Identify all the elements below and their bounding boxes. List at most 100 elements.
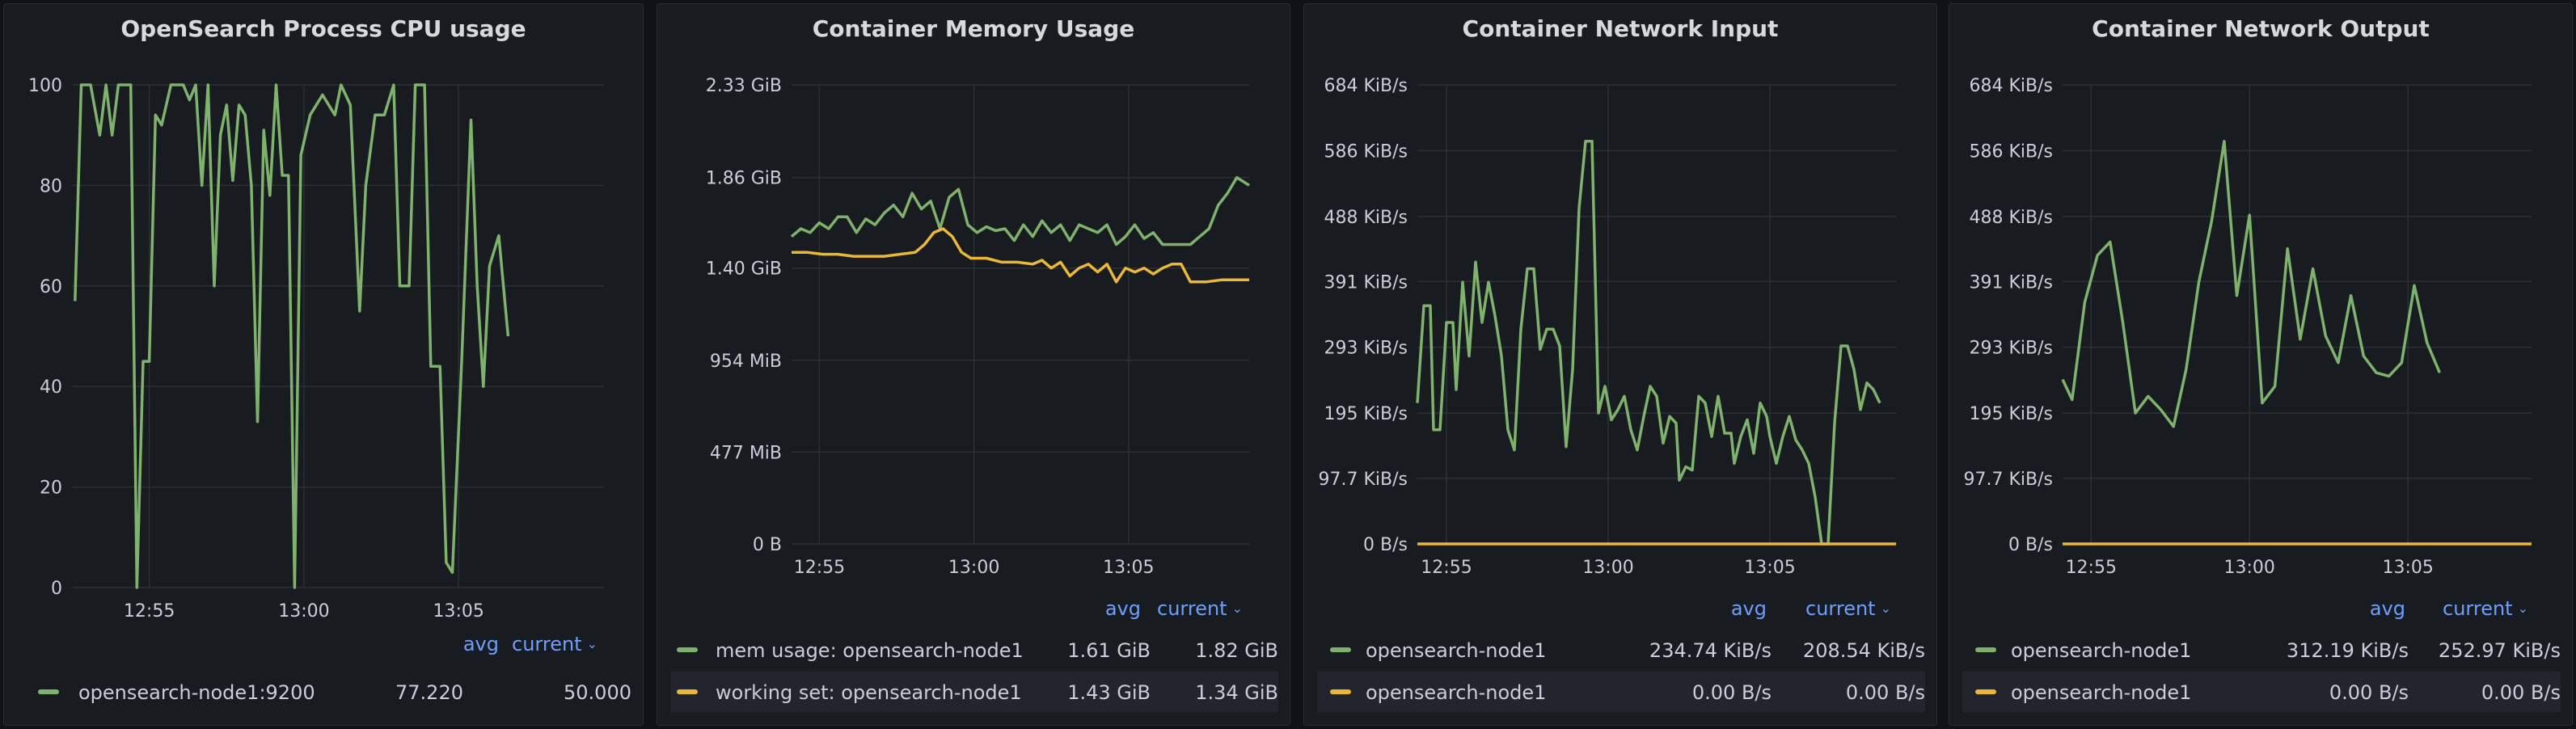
series-name[interactable]: working set: opensearch-node1 <box>716 681 1022 704</box>
y-tick-label: 0 B <box>753 535 782 555</box>
y-tick-label: 2.33 GiB <box>706 76 782 96</box>
series-name[interactable]: opensearch-node1:9200 <box>78 681 315 704</box>
series-name[interactable]: opensearch-node1 <box>1366 639 1546 662</box>
panel-memory-usage[interactable]: Container Memory Usage 0 B 477 MiB 954 MiB… <box>657 3 1290 726</box>
y-tick-label: 293 KiB/s <box>1324 339 1408 359</box>
series-avg: 1.43 GiB <box>1067 681 1151 704</box>
series-current: 252.97 KiB/s <box>2438 639 2561 662</box>
series-avg: 234.74 KiB/s <box>1649 639 1772 662</box>
series-line <box>74 83 510 589</box>
series-swatch <box>677 647 698 652</box>
y-tick-label: 20 <box>40 478 62 499</box>
x-tick-label: 13:05 <box>1744 558 1795 578</box>
series-line <box>1416 140 1881 546</box>
y-tick-label: 97.7 KiB/s <box>1319 470 1408 490</box>
y-tick-label: 1.86 GiB <box>706 169 782 189</box>
x-tick-label: 13:05 <box>2382 558 2433 578</box>
cpu-chart[interactable]: 0 20 40 60 80 100 12:55 13:00 13:05 <box>4 4 644 634</box>
y-tick-label: 586 KiB/s <box>1970 141 2054 162</box>
series-avg: 0.00 B/s <box>1691 681 1772 704</box>
y-tick-label: 391 KiB/s <box>1324 272 1408 293</box>
y-tick-label: 477 MiB <box>710 443 782 463</box>
y-tick-label: 60 <box>40 277 62 297</box>
y-tick-label: 100 <box>28 76 62 96</box>
y-tick-label: 195 KiB/s <box>1324 404 1408 424</box>
panel-network-output[interactable]: Container Network Output 0 B/s 97.7 KiB/s… <box>1949 3 2573 726</box>
y-tick-label: 97.7 KiB/s <box>1964 470 2053 490</box>
chevron-down-icon: ⌄ <box>2517 600 2528 616</box>
y-tick-label: 0 B/s <box>1363 535 1408 555</box>
series-name[interactable]: mem usage: opensearch-node1 <box>716 639 1024 662</box>
chevron-down-icon: ⌄ <box>1231 600 1243 616</box>
series-name[interactable]: opensearch-node1 <box>2011 639 2191 662</box>
y-tick-label: 391 KiB/s <box>1970 272 2054 293</box>
legend-item[interactable]: opensearch-node1 0.00 B/s 0.00 B/s <box>1317 672 1925 712</box>
legend-item[interactable]: opensearch-node1 312.19 KiB/s 252.97 KiB… <box>1962 630 2561 670</box>
y-tick-label: 684 KiB/s <box>1324 76 1408 96</box>
series-swatch <box>1975 647 1996 652</box>
series-current: 1.82 GiB <box>1195 639 1278 662</box>
x-tick-label: 13:00 <box>2224 558 2275 578</box>
series-line <box>790 175 1250 247</box>
series-swatch <box>1975 689 1996 694</box>
legend-current-header[interactable]: current ⌄ <box>1805 597 1891 620</box>
y-tick-label: 1.40 GiB <box>706 259 782 280</box>
series-avg: 312.19 KiB/s <box>2286 639 2409 662</box>
chevron-down-icon: ⌄ <box>586 636 598 651</box>
y-tick-label: 586 KiB/s <box>1324 141 1408 162</box>
legend-item[interactable]: opensearch-node1 0.00 B/s 0.00 B/s <box>1962 672 2561 712</box>
chevron-down-icon: ⌄ <box>1880 600 1891 616</box>
legend-avg-header[interactable]: avg <box>2370 597 2405 620</box>
x-tick-label: 12:55 <box>1421 558 1472 578</box>
series-name[interactable]: opensearch-node1 <box>1366 681 1546 704</box>
x-tick-label: 13:00 <box>278 601 329 622</box>
y-tick-label: 0 B/s <box>2008 535 2053 555</box>
x-tick-label: 13:05 <box>433 601 484 622</box>
legend-current-header[interactable]: current ⌄ <box>2443 597 2528 620</box>
y-tick-label: 954 MiB <box>710 352 782 372</box>
legend-header: avg current ⌄ <box>1949 597 2572 622</box>
x-tick-label: 13:00 <box>948 558 999 578</box>
panel-cpu-usage[interactable]: OpenSearch Process CPU usage 0 20 40 60 80 10… <box>3 3 644 726</box>
legend-item[interactable]: opensearch-node1:9200 77.220 50.000 <box>17 672 631 712</box>
series-avg: 1.61 GiB <box>1067 639 1151 662</box>
x-tick-label: 12:55 <box>794 558 845 578</box>
y-tick-label: 488 KiB/s <box>1324 208 1408 228</box>
legend-header: avg current ⌄ <box>657 597 1290 622</box>
series-current: 0.00 B/s <box>1845 681 1925 704</box>
series-current: 50.000 <box>564 681 631 704</box>
memory-chart[interactable]: 0 B 477 MiB 954 MiB 1.40 GiB 1.86 GiB 2.33 Gi… <box>657 4 1290 602</box>
series-name[interactable]: opensearch-node1 <box>2011 681 2191 704</box>
series-swatch <box>1330 689 1351 694</box>
network-output-chart[interactable]: 0 B/s 97.7 KiB/s 195 KiB/s 293 KiB/s 391 KiB… <box>1949 4 2573 602</box>
dashboard-grid: OpenSearch Process CPU usage 0 20 40 60 80 10… <box>0 0 2576 729</box>
series-line <box>792 227 1249 284</box>
legend-item[interactable]: working set: opensearch-node1 1.43 GiB 1… <box>670 672 1278 712</box>
legend-item[interactable]: opensearch-node1 234.74 KiB/s 208.54 KiB… <box>1317 630 1925 670</box>
x-tick-label: 13:00 <box>1582 558 1633 578</box>
series-line <box>2061 140 2442 428</box>
x-tick-label: 12:55 <box>124 601 175 622</box>
x-tick-label: 12:55 <box>2066 558 2117 578</box>
legend-current-header[interactable]: current ⌄ <box>1157 597 1243 620</box>
legend-avg-header[interactable]: avg <box>1105 597 1141 620</box>
legend-current-header[interactable]: current ⌄ <box>512 633 598 655</box>
series-avg: 0.00 B/s <box>2329 681 2409 704</box>
legend-header: avg current ⌄ <box>1304 597 1936 622</box>
panel-network-input[interactable]: Container Network Input 0 B/s 97.7 KiB/s 1… <box>1303 3 1937 726</box>
legend-avg-header[interactable]: avg <box>1731 597 1767 620</box>
series-swatch <box>1330 647 1351 652</box>
y-tick-label: 0 <box>51 579 62 599</box>
y-tick-label: 488 KiB/s <box>1970 208 2054 228</box>
y-tick-label: 293 KiB/s <box>1970 339 2054 359</box>
legend-item[interactable]: mem usage: opensearch-node1 1.61 GiB 1.8… <box>670 630 1278 670</box>
series-current: 1.34 GiB <box>1195 681 1278 704</box>
series-current: 0.00 B/s <box>2481 681 2561 704</box>
legend-avg-header[interactable]: avg <box>463 633 499 655</box>
series-current: 208.54 KiB/s <box>1802 639 1925 662</box>
series-avg: 77.220 <box>395 681 463 704</box>
y-tick-label: 195 KiB/s <box>1970 404 2054 424</box>
series-swatch <box>677 689 698 694</box>
network-input-chart[interactable]: 0 B/s 97.7 KiB/s 195 KiB/s 293 KiB/s 391 KiB… <box>1304 4 1937 602</box>
y-tick-label: 40 <box>40 377 62 398</box>
